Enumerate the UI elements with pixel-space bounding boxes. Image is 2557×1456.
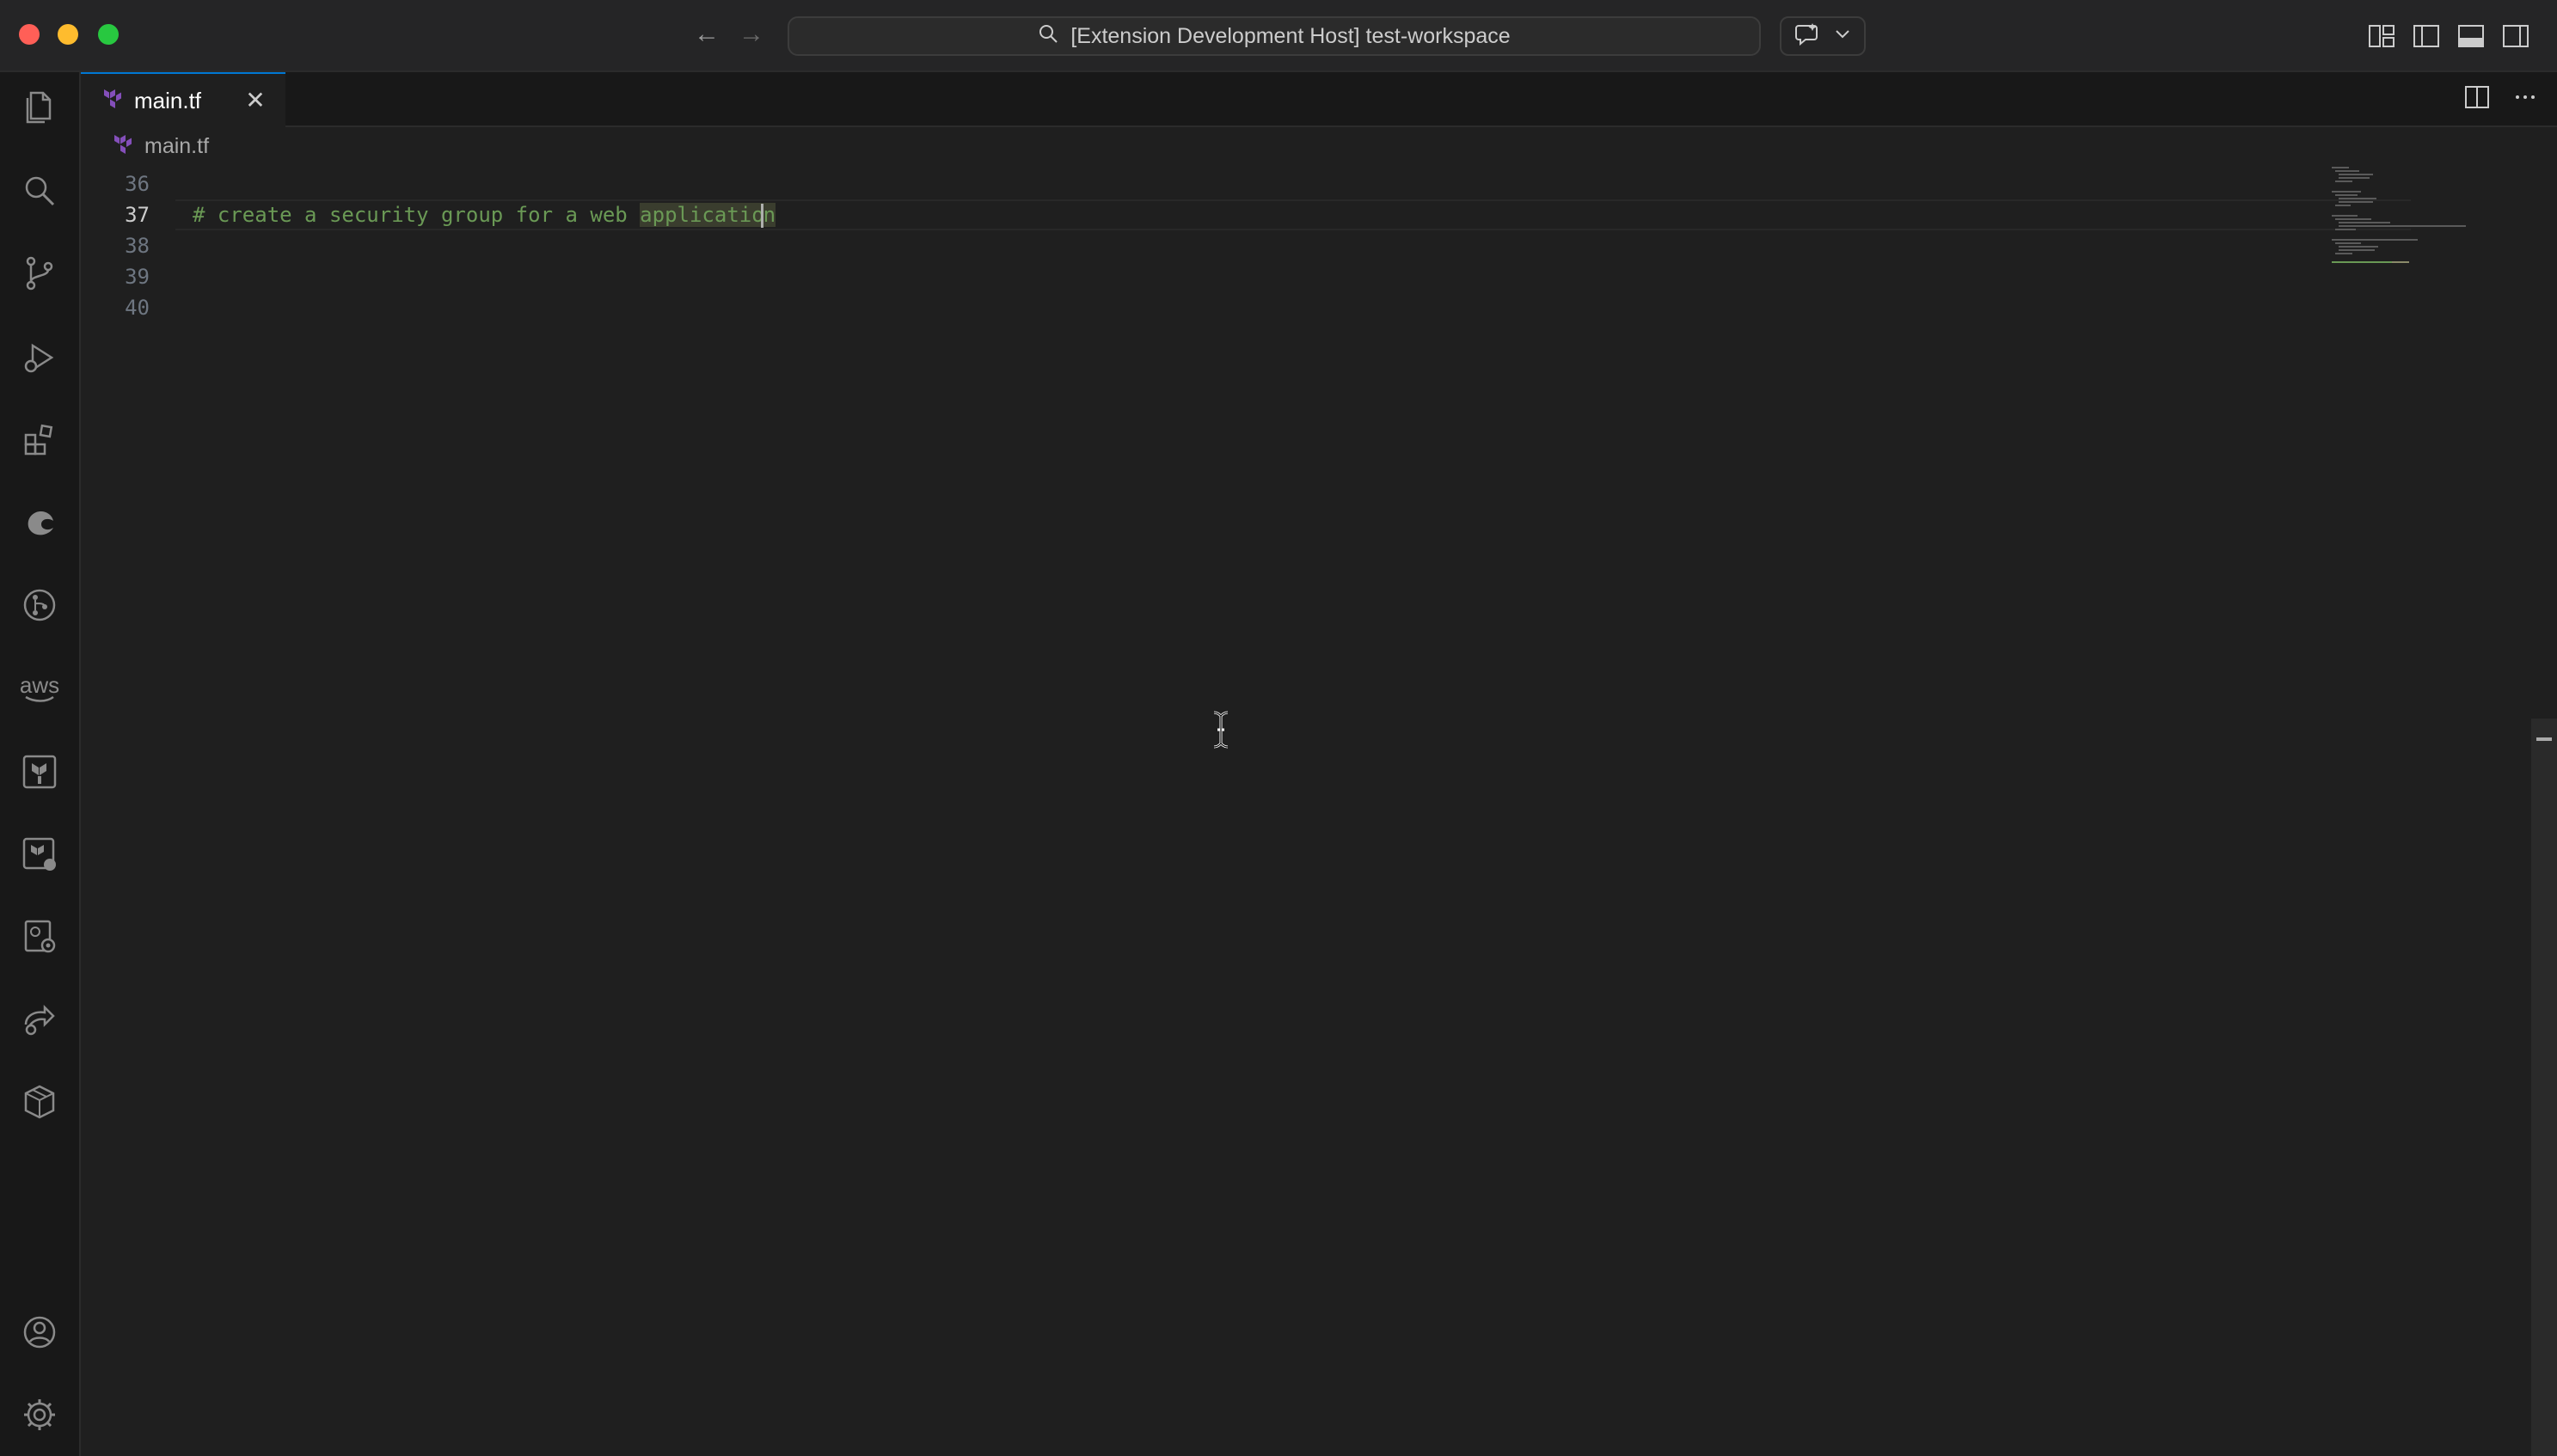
account-icon[interactable] <box>15 1308 64 1356</box>
code-editor[interactable]: 36 37 38 39 40 # create a security group… <box>81 165 2529 1456</box>
box-icon[interactable] <box>15 1078 64 1126</box>
terraform-icon[interactable] <box>15 748 64 796</box>
arrow-right-icon[interactable]: → <box>736 19 767 50</box>
terraform-file-icon <box>101 87 124 115</box>
line-number: 39 <box>125 265 150 289</box>
line-number: 36 <box>125 172 150 196</box>
scrollbar-cursor-marker <box>2536 737 2552 741</box>
chat-button[interactable] <box>1780 16 1866 56</box>
breadcrumb: main.tf <box>81 127 2557 165</box>
window-title: [Extension Development Host] test-worksp… <box>1070 23 1511 48</box>
close-window-button[interactable] <box>19 24 40 45</box>
word-highlight: applicatio <box>640 203 764 227</box>
toggle-primary-sidebar-icon[interactable] <box>2411 21 2442 52</box>
aws-icon[interactable]: aws <box>15 665 64 713</box>
git-graph-icon[interactable] <box>15 581 64 629</box>
comment-text: # create a security group for a web <box>193 203 641 227</box>
tab-bar: main.tf ✕ <box>81 72 2557 127</box>
word-highlight-rest: n <box>763 203 776 227</box>
chat-sparkle-icon <box>1795 22 1821 51</box>
arrow-left-icon[interactable]: ← <box>691 19 722 50</box>
remote-explorer-icon[interactable] <box>15 913 64 961</box>
breadcrumb-file[interactable]: main.tf <box>144 134 209 159</box>
minimap[interactable] <box>2328 165 2468 303</box>
tab-main-tf[interactable]: main.tf ✕ <box>81 72 285 127</box>
maximize-window-button[interactable] <box>98 24 119 45</box>
code-line-comment[interactable]: # create a security group for a web appl… <box>193 199 776 230</box>
toggle-panel-icon[interactable] <box>2456 21 2486 52</box>
tab-label: main.tf <box>134 87 202 113</box>
split-editor-icon[interactable] <box>2462 83 2492 116</box>
line-number-active: 37 <box>125 203 150 227</box>
search-icon <box>1038 23 1058 50</box>
extensions-icon[interactable] <box>15 416 64 464</box>
title-bar: ← → [Extension Development Host] test-wo… <box>0 0 2557 72</box>
vertical-scrollbar[interactable] <box>2531 719 2557 1456</box>
editor-actions <box>2462 83 2540 116</box>
aws-label: aws <box>19 672 60 698</box>
gear-icon[interactable] <box>15 1391 64 1439</box>
mouse-ibeam-cursor <box>1211 710 1231 749</box>
run-debug-icon[interactable] <box>15 333 64 382</box>
terraform-file-icon <box>112 132 134 161</box>
more-actions-icon[interactable] <box>2511 83 2540 116</box>
close-icon[interactable]: ✕ <box>242 88 268 113</box>
customize-layout-icon[interactable] <box>2366 21 2397 52</box>
minimize-window-button[interactable] <box>58 24 78 45</box>
command-center[interactable]: [Extension Development Host] test-worksp… <box>788 16 1761 56</box>
line-number: 38 <box>125 234 150 258</box>
toggle-secondary-sidebar-icon[interactable] <box>2500 21 2531 52</box>
chevron-down-icon <box>1835 28 1850 44</box>
terraform-cloud-icon[interactable] <box>15 830 64 878</box>
live-share-icon[interactable] <box>15 995 64 1043</box>
activity-bar-items: aws <box>0 72 81 1456</box>
source-control-icon[interactable] <box>15 249 64 297</box>
files-icon[interactable] <box>15 83 64 131</box>
search-icon[interactable] <box>15 167 64 215</box>
edge-icon[interactable] <box>15 499 64 547</box>
line-number: 40 <box>125 296 150 320</box>
